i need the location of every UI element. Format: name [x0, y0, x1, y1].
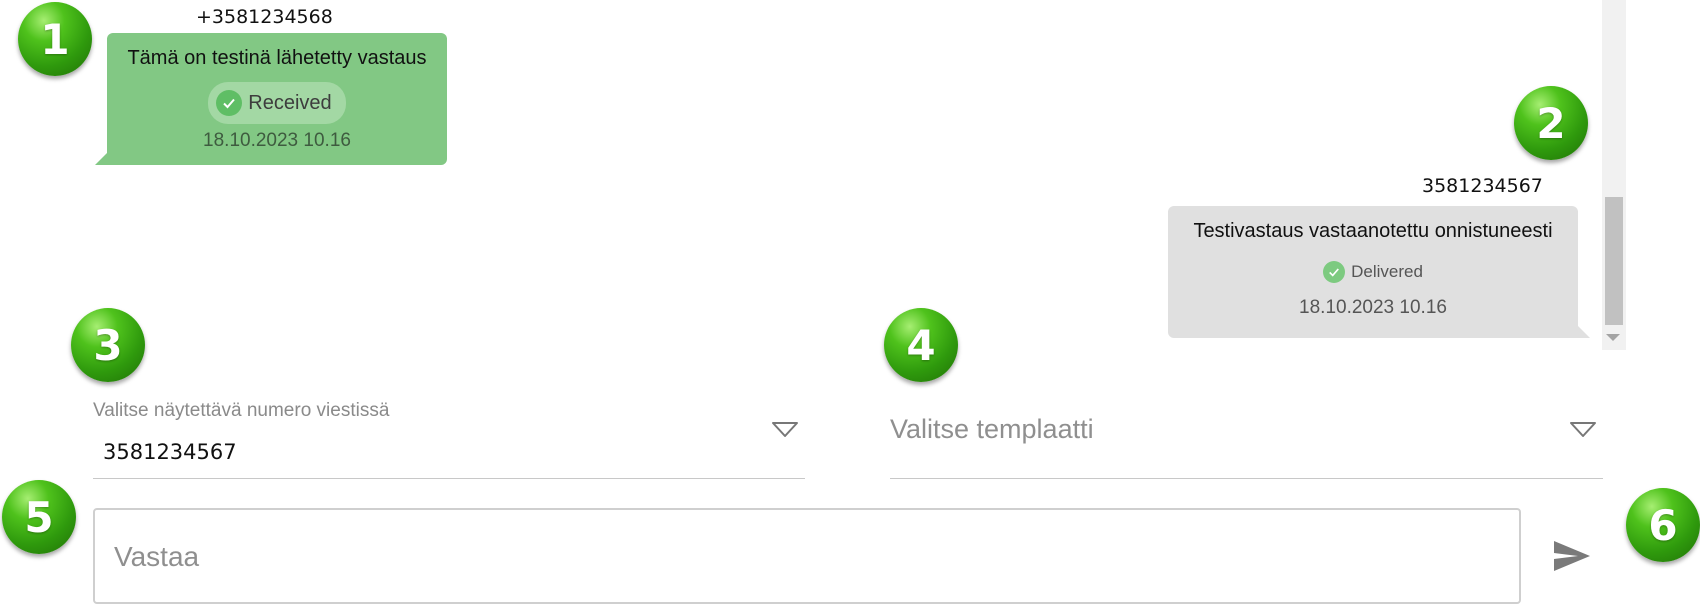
chat-scrollbar-thumb[interactable] [1605, 197, 1623, 325]
outgoing-message-bubble: Testivastaus vastaanotettu onnistuneesti… [1168, 206, 1578, 338]
scroll-down-arrow-icon[interactable] [1606, 334, 1620, 341]
incoming-sender-number: +3581234568 [196, 6, 333, 28]
template-select[interactable]: Valitse templaatti [890, 398, 1603, 480]
received-status-chip: Received [208, 82, 346, 124]
received-status-label: Received [248, 91, 332, 114]
number-select[interactable]: Valitse näytettävä numero viestissä 3581… [93, 398, 805, 480]
badge-1: 1 [18, 2, 92, 76]
reply-placeholder: Vastaa [114, 541, 200, 572]
incoming-message-text: Tämä on testinä lähetetty vastaus [127, 47, 427, 69]
number-select-value: 3581234567 [103, 440, 237, 464]
reply-input[interactable] [93, 508, 1521, 604]
incoming-bubble-tail [95, 153, 107, 165]
number-select-underline [93, 478, 805, 479]
badge-5: 5 [2, 480, 76, 554]
incoming-message-bubble: Tämä on testinä lähetetty vastaus Receiv… [107, 33, 447, 165]
badge-4: 4 [884, 308, 958, 382]
check-circle-icon [216, 90, 243, 116]
send-icon [1554, 541, 1590, 571]
dropdown-arrow-icon[interactable] [771, 421, 799, 439]
delivered-status-label: Delivered [1351, 262, 1423, 281]
dropdown-arrow-icon[interactable] [1569, 421, 1597, 439]
outgoing-sender-number: 3581234567 [1422, 175, 1543, 197]
badge-2: 2 [1514, 86, 1588, 160]
badge-6: 6 [1626, 488, 1700, 562]
template-select-underline [890, 478, 1603, 479]
badge-3: 3 [71, 308, 145, 382]
number-select-label: Valitse näytettävä numero viestissä [93, 400, 390, 421]
incoming-timestamp: 18.10.2023 10.16 [203, 130, 351, 151]
outgoing-timestamp: 18.10.2023 10.16 [1299, 297, 1447, 318]
check-circle-icon [1323, 261, 1346, 283]
delivered-status-chip: Delivered [1313, 255, 1433, 289]
send-button[interactable] [1552, 538, 1592, 574]
outgoing-message-text: Testivastaus vastaanotettu onnistuneesti [1193, 220, 1553, 242]
outgoing-bubble-tail [1578, 326, 1590, 338]
template-select-placeholder: Valitse templaatti [890, 414, 1094, 444]
